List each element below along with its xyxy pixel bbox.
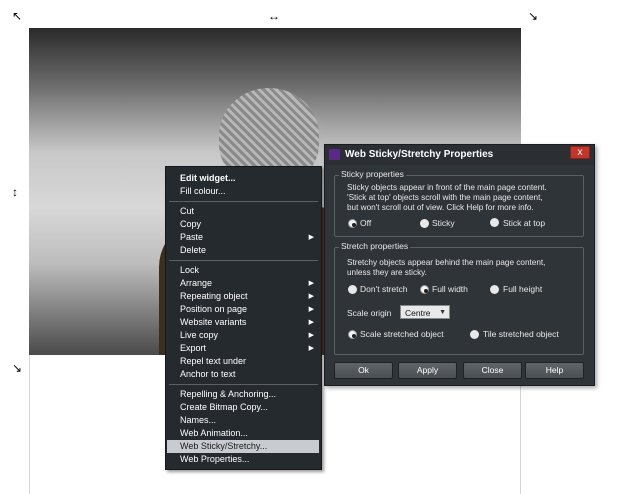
resize-handle-top-right[interactable]: ↘ bbox=[528, 10, 538, 22]
menu-item-web-animation[interactable]: Web Animation... bbox=[167, 427, 319, 440]
submenu-arrow-icon: ▶ bbox=[308, 332, 314, 339]
submenu-arrow-icon: ▶ bbox=[308, 280, 314, 287]
submenu-arrow-icon: ▶ bbox=[308, 234, 314, 241]
menu-item-delete[interactable]: Delete bbox=[167, 244, 319, 257]
menu-item-arrange[interactable]: Arrange ▶ bbox=[167, 277, 319, 290]
sticky-sticky-radio[interactable] bbox=[420, 219, 429, 228]
menu-item-web-sticky-stretchy[interactable]: Web Sticky/Stretchy... bbox=[167, 440, 319, 453]
chevron-down-icon: ▼ bbox=[439, 309, 446, 316]
help-button[interactable]: Help bbox=[525, 362, 584, 379]
submenu-arrow-icon: ▶ bbox=[308, 306, 314, 313]
menu-item-anchor-to-text[interactable]: Anchor to text bbox=[167, 368, 319, 381]
menu-item-edit-widget[interactable]: Edit widget... bbox=[167, 172, 319, 185]
menu-item-create-bitmap-copy[interactable]: Create Bitmap Copy... bbox=[167, 401, 319, 414]
sticky-stick-at-top-radio[interactable] bbox=[490, 218, 499, 227]
menu-item-copy[interactable]: Copy bbox=[167, 218, 319, 231]
close-icon[interactable]: x bbox=[570, 146, 590, 159]
menu-item-fill-colour[interactable]: Fill colour... bbox=[167, 185, 319, 198]
sticky-stick-at-top-label: Stick at top bbox=[503, 218, 546, 228]
scale-origin-value: Centre bbox=[405, 308, 431, 318]
menu-item-repel-text-under[interactable]: Repel text under bbox=[167, 355, 319, 368]
sticky-description-line3: but won't scroll out of view. Click Help… bbox=[347, 203, 534, 212]
apply-button[interactable]: Apply bbox=[398, 362, 457, 379]
submenu-arrow-icon: ▶ bbox=[308, 345, 314, 352]
menu-separator bbox=[169, 201, 318, 202]
close-button[interactable]: Close bbox=[463, 362, 522, 379]
menu-item-export[interactable]: Export ▶ bbox=[167, 342, 319, 355]
sticky-sticky-label: Sticky bbox=[432, 218, 455, 228]
menu-separator bbox=[169, 260, 318, 261]
menu-separator bbox=[169, 384, 318, 385]
sticky-description-line2: 'Stick at top' objects scroll with the m… bbox=[347, 193, 543, 202]
app-icon bbox=[329, 149, 340, 160]
resize-handle-top-left[interactable]: ↖ bbox=[12, 10, 22, 22]
tile-stretched-object-radio[interactable] bbox=[470, 330, 479, 339]
resize-handle-bottom-left[interactable]: ↘ bbox=[12, 362, 22, 374]
stretch-properties-heading: Stretch properties bbox=[339, 241, 411, 251]
menu-item-cut[interactable]: Cut bbox=[167, 205, 319, 218]
sticky-properties-heading: Sticky properties bbox=[339, 169, 406, 179]
scale-stretched-object-label: Scale stretched object bbox=[360, 329, 444, 339]
menu-item-web-properties[interactable]: Web Properties... bbox=[167, 453, 319, 466]
dialog-titlebar[interactable]: Web Sticky/Stretchy Properties x bbox=[325, 145, 594, 165]
dont-stretch-label: Don't stretch bbox=[360, 284, 408, 294]
submenu-arrow-icon: ▶ bbox=[308, 319, 314, 326]
scale-origin-label: Scale origin bbox=[347, 308, 392, 318]
submenu-arrow-icon: ▶ bbox=[308, 293, 314, 300]
dialog-title: Web Sticky/Stretchy Properties bbox=[345, 149, 494, 160]
scale-origin-dropdown[interactable]: Centre ▼ bbox=[400, 305, 450, 319]
full-width-radio[interactable] bbox=[420, 285, 429, 294]
resize-handle-top-middle[interactable]: ↔ bbox=[268, 10, 280, 22]
scale-stretched-object-radio[interactable] bbox=[348, 330, 357, 339]
menu-item-paste[interactable]: Paste ▶ bbox=[167, 231, 319, 244]
sticky-off-radio[interactable] bbox=[348, 219, 357, 228]
sticky-off-label: Off bbox=[360, 218, 372, 228]
dont-stretch-radio[interactable] bbox=[348, 285, 357, 294]
menu-item-names[interactable]: Names... bbox=[167, 414, 319, 427]
full-height-label: Full height bbox=[503, 284, 543, 294]
menu-item-website-variants[interactable]: Website variants ▶ bbox=[167, 316, 319, 329]
sticky-description-line1: Sticky objects appear in front of the ma… bbox=[347, 183, 547, 192]
menu-item-position-on-page[interactable]: Position on page ▶ bbox=[167, 303, 319, 316]
full-height-radio[interactable] bbox=[490, 285, 499, 294]
menu-item-repelling-anchoring[interactable]: Repelling & Anchoring... bbox=[167, 388, 319, 401]
stretch-description-line1: Stretchy objects appear behind the main … bbox=[347, 258, 546, 267]
sticky-stretchy-dialog: Web Sticky/Stretchy Properties x Sticky … bbox=[324, 144, 595, 386]
menu-item-lock[interactable]: Lock bbox=[167, 264, 319, 277]
stretch-description-line2: unless they are sticky. bbox=[347, 268, 427, 277]
menu-item-live-copy[interactable]: Live copy ▶ bbox=[167, 329, 319, 342]
menu-item-repeating-object[interactable]: Repeating object ▶ bbox=[167, 290, 319, 303]
context-menu: Edit widget... Fill colour... Cut Copy P… bbox=[165, 166, 322, 470]
resize-handle-left-middle[interactable]: ↕ bbox=[12, 186, 18, 198]
tile-stretched-object-label: Tile stretched object bbox=[483, 329, 559, 339]
ok-button[interactable]: Ok bbox=[334, 362, 393, 379]
full-width-label: Full width bbox=[432, 284, 468, 294]
